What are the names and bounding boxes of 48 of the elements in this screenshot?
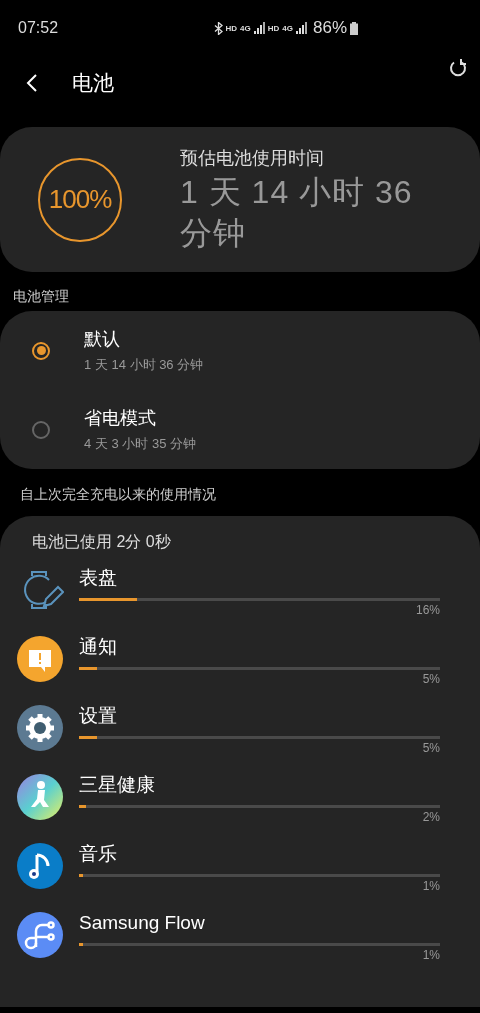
- flow-app-icon: [16, 911, 64, 959]
- usage-percent: 2%: [422, 810, 440, 824]
- mode-name: 默认: [84, 328, 121, 351]
- signal-icon: [295, 22, 307, 34]
- mode-name: 省电模式: [84, 407, 157, 430]
- app-name: 表盘: [79, 566, 118, 590]
- app-row[interactable]: Samsung Flow 1%: [0, 911, 480, 980]
- network-label: HD: [267, 23, 280, 33]
- app-name: 设置: [79, 704, 118, 728]
- mode-option[interactable]: 省电模式 4 天 3 小时 35 分钟: [0, 390, 480, 469]
- app-row[interactable]: 表盘 16%: [0, 566, 480, 635]
- health-app-icon: [16, 773, 64, 821]
- app-name: 音乐: [79, 842, 118, 866]
- app-row[interactable]: 音乐 1%: [0, 842, 480, 911]
- battery-percent: 86%: [312, 18, 347, 38]
- app-name: Samsung Flow: [79, 911, 206, 935]
- usage-percent: 16%: [415, 603, 440, 617]
- signal-icon: [253, 22, 265, 34]
- notification-icon: [16, 635, 64, 683]
- radio-button[interactable]: [32, 420, 50, 439]
- battery-icon: [350, 21, 358, 35]
- network-label: 4G: [282, 23, 293, 33]
- mode-time: 1 天 14 小时 36 分钟: [84, 356, 204, 374]
- app-row[interactable]: 三星健康 2%: [0, 773, 480, 842]
- estimate-label: 预估电池使用时间: [180, 146, 325, 170]
- app-name: 三星健康: [79, 773, 156, 797]
- music-note-icon: [16, 842, 64, 890]
- app-row[interactable]: 设置 5%: [0, 704, 480, 773]
- page-title: 电池: [72, 70, 115, 96]
- estimate-time: 1 天 14 小时 36 分钟: [180, 172, 414, 253]
- network-label: HD: [225, 23, 238, 33]
- app-row[interactable]: 通知 5%: [0, 635, 480, 704]
- app-name: 通知: [79, 635, 118, 659]
- usage-percent: 5%: [422, 672, 440, 686]
- charge-ring: 100%: [38, 157, 122, 242]
- usage-percent: 1%: [422, 879, 440, 893]
- usage-percent: 1%: [422, 948, 440, 962]
- radio-button[interactable]: [32, 341, 50, 360]
- mode-option[interactable]: 默认 1 天 14 小时 36 分钟: [0, 311, 480, 390]
- bluetooth-icon: [213, 21, 223, 35]
- network-label: 4G: [240, 23, 251, 33]
- usage-total: 电池已使用 2分 0秒: [31, 532, 172, 552]
- section-heading: 自上次完全充电以来的使用情况: [19, 485, 217, 504]
- section-heading: 电池管理: [12, 287, 70, 306]
- status-time: 07:52: [18, 19, 59, 37]
- usage-percent: 5%: [422, 741, 440, 755]
- settings-icon: [16, 704, 64, 752]
- mode-time: 4 天 3 小时 35 分钟: [84, 435, 196, 453]
